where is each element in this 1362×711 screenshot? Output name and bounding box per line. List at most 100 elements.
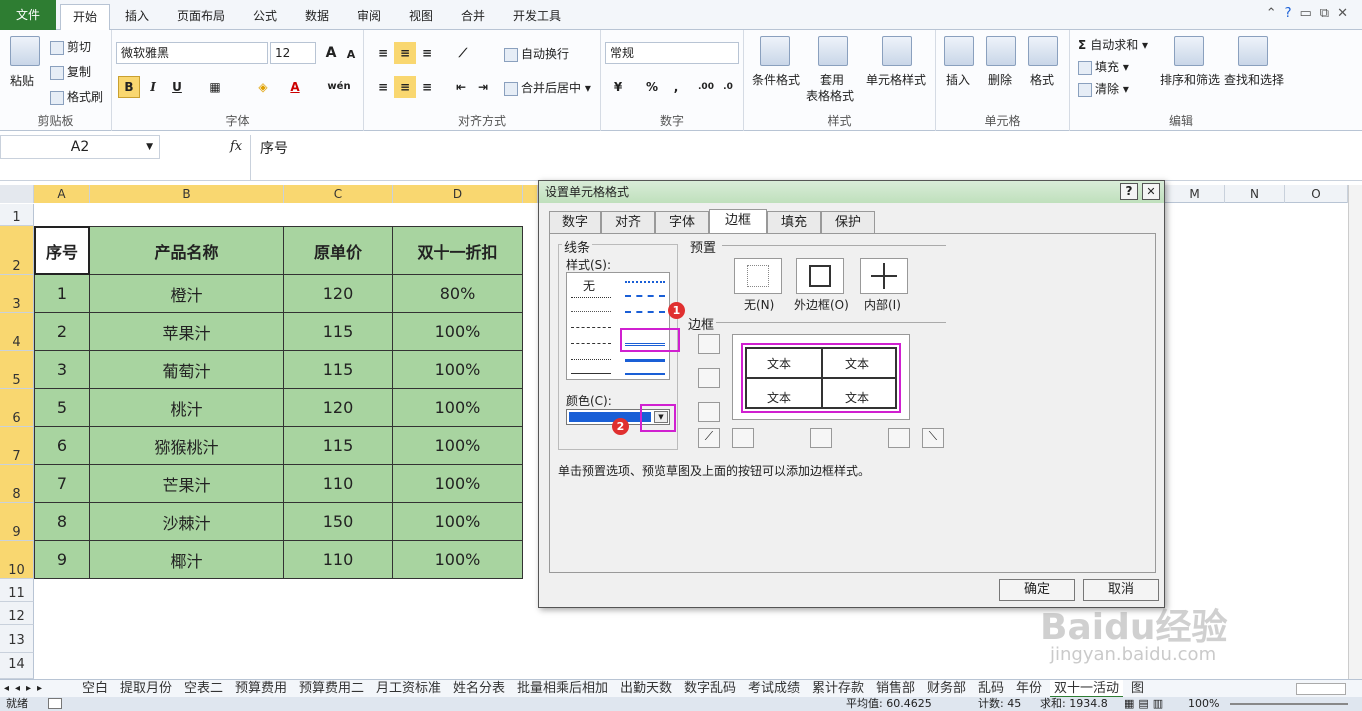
header-cell-product[interactable]: 产品名称 [90, 226, 284, 275]
sort-filter-button[interactable]: 排序和筛选 [1160, 71, 1220, 88]
line-style-option[interactable] [571, 373, 611, 374]
conditional-format-icon[interactable] [760, 36, 790, 66]
header-cell-price[interactable]: 原单价 [284, 226, 393, 275]
border-diagonal-down-button[interactable]: ⟍ [922, 428, 944, 448]
dialog-help-button[interactable]: ? [1120, 183, 1138, 200]
border-middle-button[interactable] [698, 368, 720, 388]
table-cell[interactable]: 100% [393, 389, 523, 427]
tab-home[interactable]: 开始 [60, 4, 110, 31]
number-format-select[interactable]: 常规 [605, 42, 739, 64]
name-box[interactable]: A2 ▼ [0, 135, 160, 159]
table-cell[interactable]: 桃汁 [90, 389, 284, 427]
col-header-b[interactable]: B [90, 185, 284, 203]
table-cell[interactable]: 8 [34, 503, 90, 541]
row-header[interactable]: 2 [0, 226, 34, 275]
col-header-n[interactable]: N [1225, 185, 1285, 203]
sheet-tab[interactable]: 销售部 [872, 680, 919, 698]
line-style-option[interactable] [571, 359, 611, 360]
table-cell[interactable]: 橙汁 [90, 275, 284, 313]
row-header[interactable]: 14 [0, 653, 34, 679]
sheet-nav-arrows[interactable]: ◂◂▸▸ [4, 680, 48, 698]
table-cell[interactable]: 苹果汁 [90, 313, 284, 351]
fill-button[interactable]: 填充 ▾ [1078, 58, 1129, 75]
tab-view[interactable]: 视图 [398, 4, 444, 30]
sheet-tab[interactable]: 双十一活动 [1050, 680, 1124, 698]
table-format-label1[interactable]: 套用 [820, 71, 844, 88]
row-header[interactable]: 5 [0, 351, 34, 389]
font-color-icon[interactable]: A [284, 76, 306, 98]
row-header[interactable]: 11 [0, 579, 34, 602]
line-style-option[interactable] [625, 359, 665, 362]
line-style-option[interactable] [571, 311, 611, 312]
sheet-tab[interactable]: 批量相乘后相加 [513, 680, 612, 698]
dialog-close-button[interactable]: ✕ [1142, 183, 1160, 200]
row-header[interactable]: 1 [0, 204, 34, 226]
sheet-tab[interactable]: 预算费用二 [295, 680, 368, 698]
font-name-select[interactable]: 微软雅黑 [116, 42, 268, 64]
table-cell[interactable]: 115 [284, 351, 393, 389]
sheet-tab[interactable]: 图 [1127, 680, 1148, 698]
cell-style-icon[interactable] [882, 36, 912, 66]
grow-font-button[interactable]: A [320, 42, 342, 64]
formula-input[interactable]: 序号 [260, 138, 288, 158]
sheet-tab[interactable]: 数字乱码 [680, 680, 740, 698]
currency-icon[interactable]: ¥ [607, 76, 629, 98]
tab-merge[interactable]: 合并 [450, 4, 496, 30]
close-icon[interactable]: ✕ [1337, 6, 1356, 21]
table-cell[interactable]: 100% [393, 503, 523, 541]
wrap-text-button[interactable]: 自动换行 [504, 45, 569, 62]
preset-inside-button[interactable] [860, 258, 908, 294]
delete-cells-button[interactable]: 删除 [988, 71, 1012, 88]
table-cell[interactable]: 120 [284, 275, 393, 313]
font-size-select[interactable]: 12 [270, 42, 316, 64]
border-top-button[interactable] [698, 334, 720, 354]
decrease-indent-icon[interactable]: ⇤ [450, 76, 472, 98]
dialog-tab-fill[interactable]: 填充 [767, 211, 821, 233]
align-right-icon[interactable]: ≡ [416, 76, 438, 98]
border-bottom-button[interactable] [698, 402, 720, 422]
tab-page-layout[interactable]: 页面布局 [166, 4, 236, 30]
align-middle-icon[interactable]: ≡ [394, 42, 416, 64]
collapse-ribbon-icon[interactable]: ⌃ [1266, 6, 1285, 21]
table-cell[interactable]: 葡萄汁 [90, 351, 284, 389]
copy-button[interactable]: 复制 [50, 63, 91, 80]
row-header[interactable]: 4 [0, 313, 34, 351]
table-cell[interactable]: 100% [393, 313, 523, 351]
fx-icon[interactable]: fx [230, 139, 242, 154]
sheet-tab[interactable]: 出勤天数 [616, 680, 676, 698]
border-left-button[interactable] [732, 428, 754, 448]
sheet-tab[interactable]: 空白 [78, 680, 112, 698]
dialog-tab-number[interactable]: 数字 [549, 211, 601, 233]
format-cells-button[interactable]: 格式 [1030, 71, 1054, 88]
sheet-tab[interactable]: 提取月份 [116, 680, 176, 698]
sheet-tab[interactable]: 财务部 [923, 680, 970, 698]
merge-center-button[interactable]: 合并后居中 ▾ [504, 79, 591, 96]
preset-outline-button[interactable] [796, 258, 844, 294]
line-style-option[interactable] [625, 373, 665, 375]
insert-cells-button[interactable]: 插入 [946, 71, 970, 88]
border-diagonal-up-button[interactable]: ⟋ [698, 428, 720, 448]
tab-review[interactable]: 审阅 [346, 4, 392, 30]
col-header-c[interactable]: C [284, 185, 393, 203]
horizontal-scrollbar[interactable] [1296, 683, 1346, 695]
comma-button[interactable]: , [665, 76, 687, 98]
zoom-slider[interactable] [1230, 703, 1348, 705]
tab-formulas[interactable]: 公式 [242, 4, 288, 30]
help-icon[interactable]: ? [1285, 6, 1300, 21]
tab-insert[interactable]: 插入 [114, 4, 160, 30]
line-style-option[interactable] [625, 281, 665, 283]
shrink-font-button[interactable]: A [340, 44, 362, 66]
conditional-format-button[interactable]: 条件格式 [752, 71, 800, 88]
format-painter-button[interactable]: 格式刷 [50, 88, 103, 105]
border-center-button[interactable] [810, 428, 832, 448]
decrease-decimal-icon[interactable]: .0 [717, 76, 739, 98]
table-cell[interactable]: 115 [284, 427, 393, 465]
cut-button[interactable]: 剪切 [50, 38, 91, 55]
cell-style-button[interactable]: 单元格样式 [866, 71, 926, 88]
fill-color-icon[interactable]: ◈ [252, 76, 274, 98]
line-style-option[interactable] [571, 297, 611, 298]
col-header-e[interactable] [523, 185, 538, 203]
macro-record-icon[interactable] [48, 698, 62, 709]
format-cells-icon[interactable] [1028, 36, 1058, 66]
increase-indent-icon[interactable]: ⇥ [472, 76, 494, 98]
